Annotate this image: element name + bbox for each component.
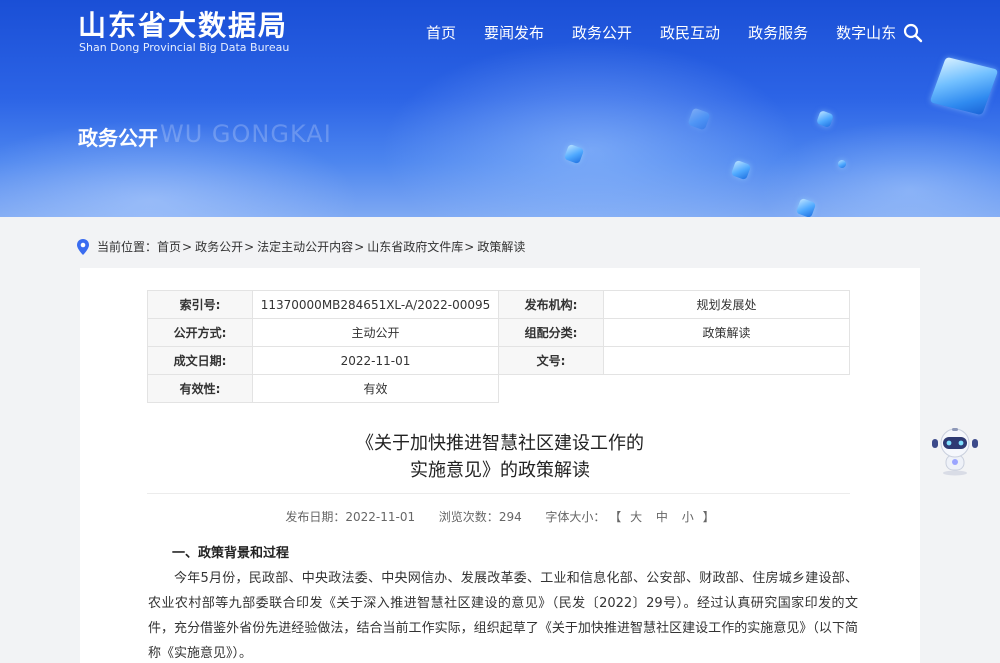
table-row: 公开方式: 主动公开 组配分类: 政策解读 <box>147 318 850 347</box>
meta-key: 有效性: <box>147 374 253 403</box>
table-row: 有效性: 有效 <box>147 374 850 403</box>
publish-date: 2022-11-01 <box>345 510 416 524</box>
font-size-label: 字体大小： <box>545 510 606 524</box>
views-count: 294 <box>498 510 522 524</box>
header-banner: 山东省大数据局 Shan Dong Provincial Big Data Bu… <box>0 0 1000 217</box>
meta-key: 发布机构: <box>498 290 604 319</box>
breadcrumb: 当前位置： 首页 > 政务公开 > 法定主动公开内容 > 山东省政府文件库 > 政策解读 <box>76 238 525 255</box>
banner-glow <box>380 40 800 217</box>
meta-value: 主动公开 <box>252 318 499 347</box>
breadcrumb-prefix: 当前位置： <box>97 240 158 254</box>
meta-key: 成文日期: <box>147 346 253 375</box>
breadcrumb-statutory[interactable]: 法定主动公开内容 <box>257 238 353 255</box>
table-row: 索引号: 11370000MB284651XL-A/2022-00095 发布机… <box>147 290 850 319</box>
breadcrumb-policy-interpretation[interactable]: 政策解读 <box>477 238 525 255</box>
site-logo-en: Shan Dong Provincial Big Data Bureau <box>79 41 290 54</box>
meta-empty <box>498 374 850 403</box>
decor-cube <box>929 56 999 116</box>
breadcrumb-home[interactable]: 首页 <box>157 238 181 255</box>
article-title: 《关于加快推进智慧社区建设工作的 实施意见》的政策解读 <box>80 430 920 484</box>
publish-date-label: 发布日期： <box>285 510 346 524</box>
breadcrumb-sep: > <box>464 239 475 254</box>
main-nav: 首页 要闻发布 政务公开 政民互动 政务服务 数字山东 <box>426 22 924 43</box>
article-info-bar: 发布日期：2022-11-01 浏览次数：294 字体大小： 【 大 中 小 】 <box>80 508 920 525</box>
banner-subtitle: WU GONGKAI <box>160 120 332 148</box>
nav-news[interactable]: 要闻发布 <box>484 22 544 43</box>
meta-value: 规划发展处 <box>603 290 850 319</box>
article-card: 索引号: 11370000MB284651XL-A/2022-00095 发布机… <box>80 268 920 663</box>
meta-key: 索引号: <box>147 290 253 319</box>
nav-home[interactable]: 首页 <box>426 22 456 43</box>
views-label: 浏览次数： <box>438 510 499 524</box>
article-title-line: 《关于加快推进智慧社区建设工作的 <box>356 433 644 454</box>
document-meta-table: 索引号: 11370000MB284651XL-A/2022-00095 发布机… <box>147 290 850 403</box>
location-pin-icon <box>77 238 89 255</box>
font-size-large-button[interactable]: 大 <box>630 510 642 524</box>
search-icon[interactable] <box>903 23 923 43</box>
breadcrumb-sep: > <box>244 239 255 254</box>
nav-interaction[interactable]: 政民互动 <box>660 22 720 43</box>
site-logo[interactable]: 山东省大数据局 <box>78 4 288 44</box>
article-title-line: 实施意见》的政策解读 <box>410 460 590 481</box>
meta-key: 组配分类: <box>498 318 604 347</box>
breadcrumb-sep: > <box>182 239 193 254</box>
bracket-open: 【 <box>609 510 622 524</box>
table-row: 成文日期: 2022-11-01 文号: <box>147 346 850 375</box>
meta-value: 11370000MB284651XL-A/2022-00095 <box>252 290 499 319</box>
nav-services[interactable]: 政务服务 <box>748 22 808 43</box>
meta-key: 文号: <box>498 346 604 375</box>
breadcrumb-gov-affairs[interactable]: 政务公开 <box>195 238 243 255</box>
breadcrumb-sep: > <box>354 239 365 254</box>
section-heading: 一、政策背景和过程 <box>172 546 290 561</box>
assistant-robot-icon[interactable] <box>930 428 980 476</box>
article-paragraph: 今年5月份，民政部、中央政法委、中央网信办、发展改革委、工业和信息化部、公安部、… <box>148 571 858 661</box>
meta-value: 有效 <box>252 374 499 403</box>
decor-cube <box>816 110 834 128</box>
meta-value: 政策解读 <box>603 318 850 347</box>
font-size-small-button[interactable]: 小 <box>682 510 694 524</box>
meta-key: 公开方式: <box>147 318 253 347</box>
meta-value: 2022-11-01 <box>252 346 499 375</box>
breadcrumb-file-library[interactable]: 山东省政府文件库 <box>367 238 463 255</box>
banner-title: 政务公开 <box>78 126 158 150</box>
nav-digital-shandong[interactable]: 数字山东 <box>836 22 896 43</box>
divider <box>147 493 850 494</box>
meta-value <box>603 346 850 375</box>
nav-gov-affairs[interactable]: 政务公开 <box>572 22 632 43</box>
font-size-medium-button[interactable]: 中 <box>656 510 668 524</box>
bracket-close: 】 <box>702 510 715 524</box>
